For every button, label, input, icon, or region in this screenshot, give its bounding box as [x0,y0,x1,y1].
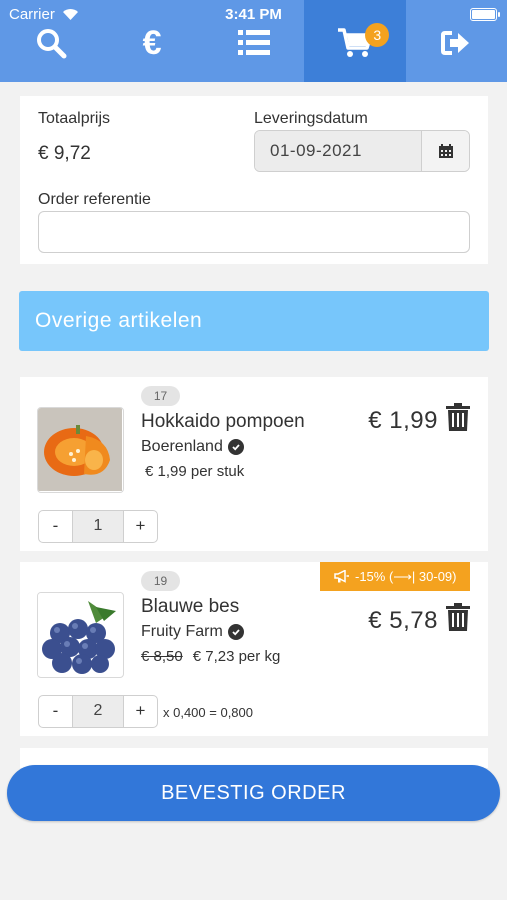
product-brand: Fruity Farm [141,623,244,641]
order-reference-input[interactable] [38,211,470,253]
brand-label: Boerenland [141,438,223,455]
order-summary-card: Totaalprijs € 9,72 Leveringsdatum 01-09-… [20,96,488,264]
total-label: Totaalprijs [38,110,111,127]
trash-icon [446,403,470,431]
euro-icon: € [142,24,162,62]
logout-icon [439,26,473,60]
decrease-button[interactable]: - [38,695,73,728]
unit-price: € 7,23 per kg [192,648,281,665]
order-reference-label: Order referentie [38,191,151,208]
position-badge: 19 [141,571,180,591]
brand-label: Fruity Farm [141,623,223,640]
verified-check-icon [227,439,244,455]
delete-button[interactable] [446,603,470,636]
megaphone-icon [334,570,349,583]
calendar-button[interactable] [422,131,469,171]
old-price: € 8,50 [141,648,183,665]
product-name: Blauwe bes [141,596,240,617]
promo-badge: -15% (⟶| 30-09) [320,562,470,591]
delivery-date-label: Leveringsdatum [254,110,368,127]
confirm-order-button[interactable]: BEVESTIG ORDER [7,765,500,821]
delete-button[interactable] [446,403,470,436]
line-price: € 5,78 [368,607,438,634]
product-image-blueberries [37,592,124,678]
total-value: € 9,72 [38,143,91,164]
quantity-stepper: - 2 + [38,695,158,728]
line-price: € 1,99 [368,407,438,434]
search-icon [34,26,68,60]
section-header-other-items: Overige artikelen [19,291,489,351]
position-badge: 17 [141,386,180,406]
quantity-calculation: x 0,400 = 0,800 [163,705,253,720]
decrease-button[interactable]: - [38,510,73,543]
unit-price-line: € 8,50 € 7,23 per kg [141,648,280,665]
calendar-icon [438,144,453,158]
increase-button[interactable]: + [123,510,158,543]
delivery-date-picker: 01-09-2021 [254,130,470,172]
promo-text: -15% (⟶| 30-09) [355,569,457,584]
list-icon [237,26,271,60]
quantity-field[interactable]: 2 [73,695,123,728]
product-image-pumpkin [37,407,124,493]
trash-icon [446,603,470,631]
cart-item: 17 Hokkaido pompoen Boerenland € 1,99 pe… [20,377,488,551]
status-bar: Carrier 3:41 PM [0,6,507,24]
cart-item: -15% (⟶| 30-09) 19 Blauwe bes Fruity Far… [20,562,488,736]
delivery-date-field[interactable]: 01-09-2021 [255,131,422,171]
quantity-stepper: - 1 + [38,510,158,543]
unit-price: € 1,99 per stuk [145,463,245,480]
status-time: 3:41 PM [225,6,282,23]
quantity-field[interactable]: 1 [73,510,123,543]
product-name: Hokkaido pompoen [141,411,305,432]
verified-check-icon [227,624,244,640]
battery-icon [470,8,500,21]
cart-count-badge: 3 [365,23,390,47]
product-brand: Boerenland [141,438,244,456]
increase-button[interactable]: + [123,695,158,728]
top-nav-bar: € 3 Carrier 3:41 PM [0,0,507,82]
